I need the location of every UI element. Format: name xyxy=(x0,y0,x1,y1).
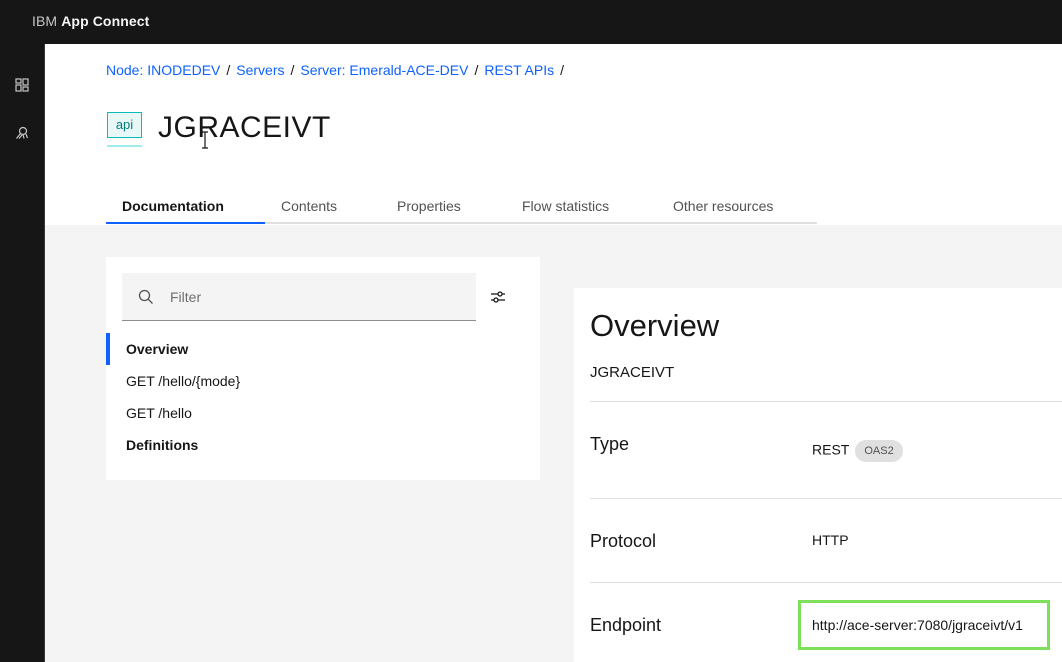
nav-item-overview[interactable]: Overview xyxy=(106,333,540,365)
doc-navigation-panel: Overview GET /hello/{mode} GET /hello De… xyxy=(106,257,540,480)
type-label: Type xyxy=(590,434,630,454)
brand-product: App Connect xyxy=(61,13,150,29)
overview-title: Overview xyxy=(590,308,720,343)
protocol-label: Protocol xyxy=(590,531,657,551)
filter-field[interactable] xyxy=(122,273,476,321)
tab-documentation[interactable]: Documentation xyxy=(106,190,265,224)
filter-input[interactable] xyxy=(170,273,460,320)
api-badge-underline xyxy=(107,145,142,147)
catalog-icon[interactable] xyxy=(13,124,31,142)
breadcrumb: Node: INODEDEV / Servers / Server: Emerald-A… xyxy=(106,62,570,78)
left-rail xyxy=(0,44,45,662)
tab-properties[interactable]: Properties xyxy=(381,190,506,224)
breadcrumb-separator: / xyxy=(560,62,564,78)
breadcrumb-separator: / xyxy=(290,62,295,78)
top-bar: IBM App Connect xyxy=(0,0,1062,44)
doc-nav-list: Overview GET /hello/{mode} GET /hello De… xyxy=(106,333,540,461)
oas-version-tag: OAS2 xyxy=(855,440,903,462)
type-value-group: REST OAS2 xyxy=(812,440,903,462)
breadcrumb-rest-apis[interactable]: REST APIs xyxy=(484,62,554,78)
filter-settings-icon[interactable] xyxy=(488,287,508,307)
text-cursor-icon xyxy=(202,131,208,149)
breadcrumb-node[interactable]: Node: INODEDEV xyxy=(106,62,220,78)
api-badge: api xyxy=(107,112,142,147)
endpoint-label: Endpoint xyxy=(590,615,662,635)
endpoint-value[interactable]: http://ace-server:7080/jgraceivt/v1 xyxy=(798,600,1050,650)
protocol-value: HTTP xyxy=(812,532,849,548)
overview-api-name: JGRACEIVT xyxy=(590,364,675,381)
api-badge-label: api xyxy=(107,112,142,138)
breadcrumb-separator: / xyxy=(226,62,231,78)
page-title: JGRACEIVT xyxy=(158,111,331,144)
breadcrumb-server[interactable]: Server: Emerald-ACE-DEV xyxy=(300,62,468,78)
divider xyxy=(590,498,1062,499)
nav-item-get-hello-mode[interactable]: GET /hello/{mode} xyxy=(106,365,540,397)
divider xyxy=(590,401,1062,402)
tab-bar: Documentation Contents Properties Flow s… xyxy=(106,190,817,224)
dashboard-icon[interactable] xyxy=(13,76,31,94)
search-icon xyxy=(138,289,153,304)
tab-flow-statistics[interactable]: Flow statistics xyxy=(506,190,657,224)
tab-other-resources[interactable]: Other resources xyxy=(657,190,817,224)
divider xyxy=(590,582,1062,583)
breadcrumb-separator: / xyxy=(474,62,479,78)
nav-item-definitions[interactable]: Definitions xyxy=(106,429,540,461)
tab-contents[interactable]: Contents xyxy=(265,190,381,224)
documentation-content: Overview GET /hello/{mode} GET /hello De… xyxy=(45,225,1062,662)
type-value: REST xyxy=(812,441,850,458)
brand-prefix: IBM xyxy=(32,13,58,29)
brand-name[interactable]: IBM App Connect xyxy=(32,13,149,29)
breadcrumb-servers[interactable]: Servers xyxy=(236,62,284,78)
nav-item-get-hello[interactable]: GET /hello xyxy=(106,397,540,429)
